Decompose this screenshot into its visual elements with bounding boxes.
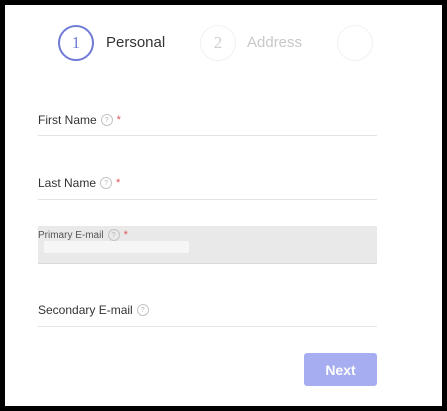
secondary-email-label-text: Secondary E-mail — [38, 303, 133, 317]
step-3-indicator[interactable] — [337, 25, 373, 61]
question-circle-icon[interactable]: ? — [107, 229, 120, 241]
step-2-number: 2 — [213, 33, 223, 52]
step-2-indicator[interactable]: 2 — [200, 25, 236, 61]
last-name-label-text: Last Name — [38, 176, 97, 190]
first-name-input[interactable] — [38, 135, 377, 136]
last-name-input[interactable] — [38, 199, 377, 200]
secondary-email-label: Secondary E-mail ? — [38, 303, 149, 317]
step-1-label[interactable]: Personal — [106, 34, 165, 51]
primary-email-label: Primary E-mail ? * — [38, 226, 377, 241]
primary-email-label-text: Primary E-mail — [38, 229, 104, 241]
required-marker: * — [116, 114, 121, 126]
question-circle-icon[interactable]: ? — [136, 304, 149, 316]
first-name-label: First Name ? * — [38, 113, 121, 127]
primary-email-value-redacted[interactable] — [44, 241, 189, 253]
secondary-email-input[interactable] — [38, 326, 377, 327]
required-marker: * — [123, 229, 128, 241]
next-button[interactable]: Next — [304, 353, 377, 386]
step-2-label[interactable]: Address — [247, 34, 302, 51]
step-1-number: 1 — [71, 33, 81, 52]
last-name-label: Last Name ? * — [38, 176, 120, 190]
question-circle-icon[interactable]: ? — [100, 177, 113, 189]
first-name-label-text: First Name — [38, 113, 97, 127]
primary-email-field[interactable]: Primary E-mail ? * — [38, 226, 377, 264]
step-1-indicator[interactable]: 1 — [58, 25, 94, 61]
required-marker: * — [116, 177, 121, 189]
question-circle-icon[interactable]: ? — [100, 114, 113, 126]
signup-wizard: 1 Personal 2 Address First Name ? * Last… — [5, 5, 442, 406]
